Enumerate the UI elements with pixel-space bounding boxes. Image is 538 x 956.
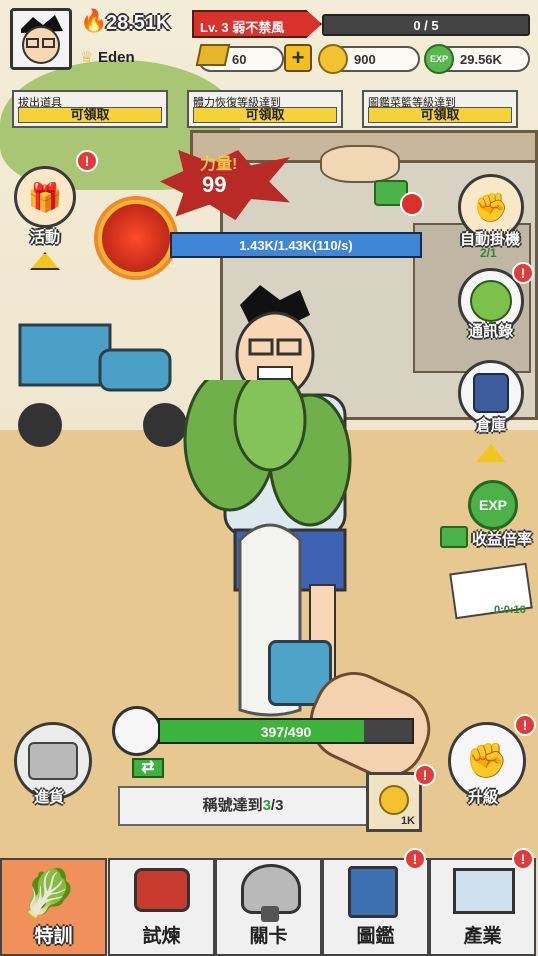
alert-badge: ! xyxy=(414,764,436,786)
strength-value: 99 xyxy=(202,172,227,197)
auto-idle-count: 2/1 xyxy=(480,246,497,260)
activity-button[interactable]: 🎁 xyxy=(14,166,76,228)
level-progress-text: 0 / 5 xyxy=(413,18,439,33)
power-value: 28.51K xyxy=(106,12,171,34)
task-card[interactable]: 體力恢復等級達到 可領取 xyxy=(187,90,343,128)
swap-icon[interactable]: ⇄ xyxy=(132,758,164,778)
strength-label: 力量! xyxy=(200,156,238,173)
radish-hp-text: 397/490 xyxy=(260,724,312,740)
level-progress-bar: 0 / 5 xyxy=(322,14,530,36)
crown-icon: ♕ xyxy=(80,49,94,66)
coin-box-button[interactable]: 1K xyxy=(366,772,422,832)
exp-icon: EXP xyxy=(424,44,454,74)
tab-training[interactable]: 🥬 特訓 xyxy=(0,858,107,956)
income-multiplier-label[interactable]: 收益倍率 xyxy=(472,528,532,549)
coin-icon xyxy=(379,785,409,815)
gold-bar-counter: 60 xyxy=(195,44,284,72)
flame-icon: 🔥 xyxy=(80,8,108,33)
tab-industry[interactable]: 產業 xyxy=(429,858,536,956)
player-name: Eden xyxy=(98,49,135,66)
exp-boost-icon[interactable]: EXP xyxy=(468,480,518,530)
ad-timer: 0:0:16 xyxy=(494,604,526,616)
rage-orb-icon[interactable] xyxy=(98,200,174,276)
exp-counter: EXP 29.56K xyxy=(424,44,530,74)
avatar[interactable] xyxy=(10,8,72,70)
tab-trial[interactable]: 試煉 xyxy=(108,858,215,956)
activity-label: 活動 xyxy=(30,229,61,246)
coin-icon xyxy=(318,44,348,74)
radish-thumbnail[interactable] xyxy=(112,706,162,756)
radish-hand-icon: 🥬 xyxy=(20,867,78,919)
shop-icon xyxy=(453,868,515,914)
gold-bar-icon xyxy=(195,44,231,66)
suitcase-icon xyxy=(473,373,509,413)
kettlebell-icon xyxy=(134,868,190,912)
task-card[interactable]: 圖鑑菜籃等級達到 可領取 xyxy=(362,90,518,128)
task-card[interactable]: 拔出道具 可領取 xyxy=(12,90,168,128)
claim-button[interactable]: 可領取 xyxy=(18,107,162,123)
fist-icon: ✊ xyxy=(473,191,509,223)
coin-box-label: 1K xyxy=(400,815,415,827)
tab-stage[interactable]: 關卡 xyxy=(215,858,322,956)
tab-encyclopedia[interactable]: 圖鑑 xyxy=(322,858,429,956)
restock-label: 進貨 xyxy=(34,789,65,806)
claim-button[interactable]: 可領取 xyxy=(368,107,512,123)
level-banner[interactable]: Lv. 3 弱不禁風 xyxy=(192,10,322,38)
lock-icon xyxy=(261,906,279,922)
stamina-text: 1.43K/1.43K(110/s) xyxy=(239,238,353,253)
title-goal-current: 3 xyxy=(262,797,271,814)
no-entry-icon xyxy=(400,192,424,216)
contacts-label: 通訊錄 xyxy=(468,323,514,340)
warehouse-label: 倉庫 xyxy=(476,417,507,434)
title-goal-banner[interactable]: 稱號達到3/3 xyxy=(118,786,368,826)
add-currency-button[interactable]: + xyxy=(284,44,312,72)
alert-badge: ! xyxy=(514,714,536,736)
gift-bag-icon: 🎁 xyxy=(27,181,63,213)
level-label: Lv. 3 弱不禁風 xyxy=(200,20,285,35)
cat-sprite xyxy=(320,145,400,183)
smiley-icon xyxy=(470,280,512,322)
video-ad-icon[interactable] xyxy=(440,526,468,548)
alert-badge: ! xyxy=(512,848,534,870)
upgrade-label: 升級 xyxy=(468,789,499,806)
book-icon xyxy=(348,866,398,918)
radish-hp-bar: 397/490 xyxy=(158,718,414,744)
stamina-bar: 1.43K/1.43K(110/s) xyxy=(170,232,422,258)
alert-badge: ! xyxy=(404,848,426,870)
alert-badge: ! xyxy=(512,262,534,284)
fist-icon: ✊ xyxy=(465,742,509,780)
alert-badge: ! xyxy=(76,150,98,172)
coin-counter: 900 xyxy=(318,44,420,74)
claim-button[interactable]: 可領取 xyxy=(193,107,337,123)
truck-icon xyxy=(28,742,78,780)
